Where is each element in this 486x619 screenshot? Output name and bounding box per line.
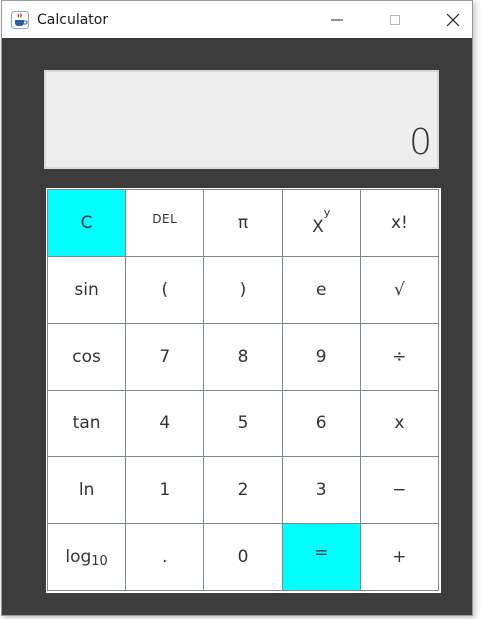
open-paren-button[interactable]: ( (125, 255, 205, 324)
decimal-point-button[interactable]: . (125, 523, 205, 591)
six-button[interactable]: 6 (281, 389, 361, 458)
five-button[interactable]: 5 (203, 389, 283, 458)
clear-button[interactable]: C (47, 189, 127, 257)
log-label: log (65, 547, 92, 568)
delete-label: DEL (152, 211, 178, 226)
minimize-button[interactable] (308, 1, 366, 38)
window-title: Calculator (37, 11, 109, 28)
result-display: 0 (44, 70, 439, 169)
keypad: C DEL π Xy x! sin ( ) e √ cos 7 8 9 ÷ ta… (46, 188, 441, 593)
multiply-button[interactable]: x (359, 389, 439, 458)
close-button[interactable] (424, 1, 482, 38)
cos-button[interactable]: cos (47, 322, 127, 391)
sin-button[interactable]: sin (47, 255, 127, 324)
three-button[interactable]: 3 (281, 456, 361, 525)
minimize-icon (331, 19, 343, 20)
calculator-window: Calculator 0 C DEL π Xy x! sin () e √ c… (1, 0, 473, 616)
display-value: 0 (409, 122, 432, 163)
log10-button[interactable]: log 10 (47, 523, 127, 591)
sqrt-button[interactable]: √ (359, 255, 439, 324)
eight-button[interactable]: 8 (203, 322, 283, 391)
e-button[interactable]: e (281, 255, 361, 324)
delete-button[interactable]: DEL (125, 189, 205, 257)
power-exponent-label: y (323, 206, 331, 220)
nine-button[interactable]: 9 (281, 322, 361, 391)
seven-button[interactable]: 7 (125, 322, 205, 391)
zero-button[interactable]: 0 (203, 523, 283, 591)
pi-button[interactable]: π (203, 189, 283, 257)
divide-button[interactable]: ÷ (359, 322, 439, 391)
java-cup-icon (11, 10, 29, 29)
close-icon (446, 13, 460, 26)
maximize-button[interactable] (366, 1, 424, 38)
two-button[interactable]: 2 (203, 456, 283, 525)
plus-button[interactable]: + (359, 523, 439, 591)
close-paren-button[interactable]: ) (203, 255, 283, 324)
factorial-button[interactable]: x! (359, 189, 439, 257)
ln-button[interactable]: ln (47, 456, 127, 525)
minus-button[interactable]: − (359, 456, 439, 525)
log-subscript-label: 10 (91, 553, 108, 569)
tan-button[interactable]: tan (47, 389, 127, 458)
equals-button[interactable]: = (281, 523, 361, 591)
title-bar[interactable]: Calculator (2, 1, 472, 38)
equals-label: = (314, 543, 329, 564)
four-button[interactable]: 4 (125, 389, 205, 458)
power-base-label: X (312, 216, 324, 237)
maximize-icon (390, 14, 400, 25)
one-button[interactable]: 1 (125, 456, 205, 525)
power-button[interactable]: Xy (281, 189, 361, 257)
